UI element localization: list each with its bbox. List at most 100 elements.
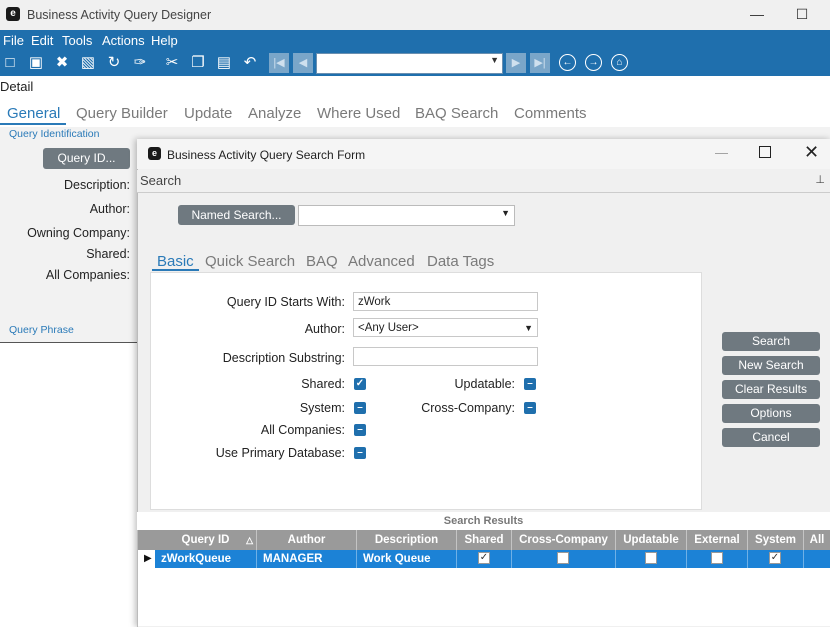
column-all[interactable]: All [804,530,830,550]
chevron-down-icon: ▼ [524,323,533,333]
use-primary-db-label: Use Primary Database: [215,446,345,460]
dialog-logo-icon: e [148,147,161,160]
previous-record-icon[interactable]: ◀ [293,53,313,73]
menu-edit[interactable]: Edit [31,33,53,48]
cell-author[interactable]: MANAGER [257,550,357,568]
menu-actions[interactable]: Actions [102,33,145,48]
cell-description[interactable]: Work Queue [357,550,457,568]
cancel-button[interactable]: Cancel [722,428,820,447]
tab-analyze[interactable]: Analyze [248,105,301,122]
shared-filter-label: Shared: [301,377,345,391]
active-tab-indicator [0,123,66,125]
query-id-button[interactable]: Query ID... [43,148,130,169]
menu-file[interactable]: File [3,33,24,48]
last-record-icon[interactable]: ▶| [530,53,550,73]
updatable-checkbox[interactable]: – [524,378,536,390]
column-system[interactable]: System [748,530,804,550]
dialog-minimize-button[interactable]: — [715,145,728,160]
options-button[interactable]: Options [722,404,820,423]
query-id-starts-with-input[interactable]: zWork [353,292,538,311]
external-cell-checkbox[interactable] [711,552,723,564]
all-companies-checkbox[interactable]: – [354,424,366,436]
forward-icon[interactable]: → [585,54,602,71]
sort-ascending-icon: △ [246,535,253,545]
query-phrase-box[interactable] [0,342,141,627]
clear-icon[interactable]: ✑ [130,52,150,74]
system-filter-label: System: [299,401,345,415]
detail-label: Detail [0,79,34,94]
save-icon[interactable]: ▣ [26,52,46,74]
named-search-combo[interactable]: ▼ [298,205,515,226]
next-record-icon[interactable]: ▶ [506,53,526,73]
column-description[interactable]: Description [357,530,457,550]
shared-checkbox[interactable]: ✓ [354,378,366,390]
dialog-maximize-button[interactable] [759,146,771,158]
column-shared[interactable]: Shared [457,530,512,550]
shared-cell-checkbox[interactable]: ✓ [478,552,490,564]
pin-icon[interactable]: ⊥ [815,173,825,186]
search-results-header: Search Results [137,512,830,530]
tab-query-builder[interactable]: Query Builder [76,105,168,122]
search-button[interactable]: Search [722,332,820,351]
new-icon[interactable]: □ [0,52,20,74]
author-select[interactable]: <Any User> ▼ [353,318,538,337]
updatable-cell-checkbox[interactable] [645,552,657,564]
search-bar: Search ⊥ [137,170,830,193]
description-substring-input[interactable] [353,347,538,366]
copy-icon[interactable]: ❐ [188,52,208,74]
dialog-close-button[interactable]: ✕ [804,142,819,163]
column-external[interactable]: External [687,530,748,550]
tab-advanced[interactable]: Advanced [348,253,415,270]
column-cross-company[interactable]: Cross-Company [512,530,616,550]
cross-company-checkbox[interactable]: – [524,402,536,414]
app-logo-icon: e [6,7,20,21]
cut-icon[interactable]: ✂ [162,52,182,74]
column-query-id[interactable]: Query ID △ [155,530,257,550]
cross-company-cell-checkbox[interactable] [557,552,569,564]
new-search-button[interactable]: New Search [722,356,820,375]
cell-query-id[interactable]: zWorkQueue [155,550,257,568]
chevron-down-icon: ▼ [490,55,499,65]
row-selector[interactable]: ▶ [138,550,156,568]
delete-icon[interactable]: ✖ [52,52,72,74]
maximize-button[interactable]: ☐ [793,5,811,23]
owning-company-label: Owning Company: [27,226,130,240]
tab-quick-search[interactable]: Quick Search [205,253,295,270]
home-icon[interactable]: ⌂ [611,54,628,71]
tab-baq[interactable]: BAQ [306,253,338,270]
tab-comments[interactable]: Comments [514,105,587,122]
paste-icon[interactable]: ▤ [214,52,234,74]
group-query-identification: Query Identification [9,128,100,140]
menu-tools[interactable]: Tools [62,33,92,48]
all-companies-filter-label: All Companies: [260,423,345,437]
tab-general[interactable]: General [7,105,60,122]
column-author[interactable]: Author [257,530,357,550]
menu-help[interactable]: Help [151,33,178,48]
tab-where-used[interactable]: Where Used [317,105,400,122]
current-row-icon: ▶ [144,553,152,564]
refresh-icon[interactable]: ↻ [104,52,124,74]
tab-basic[interactable]: Basic [157,253,194,270]
tab-baq-search[interactable]: BAQ Search [415,105,498,122]
back-icon[interactable]: ← [559,54,576,71]
all-companies-label: All Companies: [45,268,130,282]
column-updatable[interactable]: Updatable [616,530,687,550]
attachment-icon[interactable]: ▧ [78,52,98,74]
use-primary-db-checkbox[interactable]: – [354,447,366,459]
group-query-phrase: Query Phrase [9,324,74,336]
dialog-title-bar: e Business Activity Query Search Form — … [137,139,830,169]
updatable-filter-label: Updatable: [454,377,515,391]
system-cell-checkbox[interactable]: ✓ [769,552,781,564]
tab-data-tags[interactable]: Data Tags [427,253,494,270]
minimize-button[interactable]: — [748,5,766,23]
author-select-value: <Any User> [358,322,419,334]
record-selector-combo[interactable]: ▼ [316,53,503,74]
first-record-icon[interactable]: |◀ [269,53,289,73]
tab-update[interactable]: Update [184,105,232,122]
author-filter-label: Author: [304,322,345,336]
clear-results-button[interactable]: Clear Results [722,380,820,399]
undo-icon[interactable]: ↶ [240,52,260,74]
system-checkbox[interactable]: – [354,402,366,414]
chevron-down-icon: ▼ [501,208,510,218]
named-search-button[interactable]: Named Search... [178,205,295,225]
